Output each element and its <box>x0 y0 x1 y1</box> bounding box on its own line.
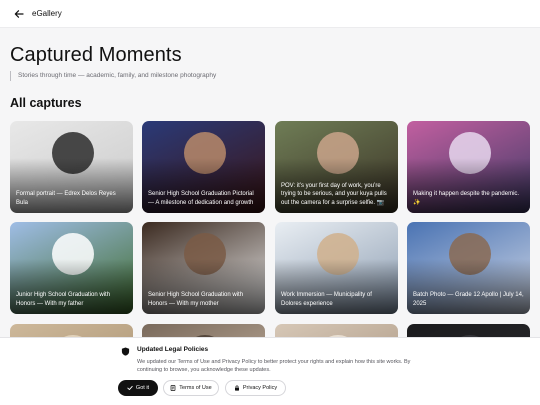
section-title: All captures <box>10 96 82 110</box>
app-title: eGallery <box>32 9 62 18</box>
card-caption: Batch Photo — Grade 12 Apollo | July 14,… <box>413 292 524 307</box>
card-caption: Formal portrait — Edrex Delos Reyes Bula <box>16 191 116 206</box>
banner-title: Updated Legal Policies <box>137 346 209 353</box>
gallery-card[interactable]: Batch Photo — Grade 12 Apollo | July 14,… <box>407 222 530 314</box>
shield-icon <box>121 347 130 356</box>
card-caption: Junior High School Graduation with Honor… <box>16 292 111 307</box>
gallery-card[interactable]: POV: it’s your first day of work, you’re… <box>275 121 398 213</box>
card-caption: Senior High School Graduation Pictorial … <box>148 191 254 206</box>
arrow-left-icon <box>14 9 24 18</box>
card-caption: POV: it’s your first day of work, you’re… <box>281 182 387 206</box>
card-caption: Senior High School Graduation with Honor… <box>148 292 244 307</box>
lock-icon <box>234 385 239 391</box>
gallery-card[interactable]: Making it happen despite the pandemic. ✨ <box>407 121 530 213</box>
back-button[interactable] <box>10 5 28 23</box>
gallery-card[interactable]: Junior High School Graduation with Honor… <box>10 222 133 314</box>
page-title: Captured Moments <box>10 44 182 66</box>
terms-of-use-label: Terms of Use <box>179 385 212 391</box>
privacy-policy-button[interactable]: Privacy Policy <box>225 380 286 396</box>
gallery-card[interactable]: Formal portrait — Edrex Delos Reyes Bula <box>10 121 133 213</box>
top-bar: eGallery <box>0 0 540 28</box>
got-it-label: Got it <box>135 385 150 391</box>
privacy-policy-label: Privacy Policy <box>242 385 278 391</box>
banner-text: We updated our Terms of Use and Privacy … <box>137 359 411 373</box>
terms-of-use-button[interactable]: Terms of Use <box>163 380 219 396</box>
check-icon <box>127 385 133 391</box>
page-subtitle: Stories through time — academic, family,… <box>10 71 216 81</box>
gallery-card[interactable]: Senior High School Graduation with Honor… <box>142 222 265 314</box>
gallery-card[interactable]: Work Immersion — Municipality of Dolores… <box>275 222 398 314</box>
document-icon <box>170 385 176 391</box>
card-caption: Making it happen despite the pandemic. ✨ <box>413 191 520 206</box>
got-it-button[interactable]: Got it <box>118 380 158 396</box>
gallery-card[interactable]: Senior High School Graduation Pictorial … <box>142 121 265 213</box>
card-caption: Work Immersion — Municipality of Dolores… <box>281 292 372 307</box>
